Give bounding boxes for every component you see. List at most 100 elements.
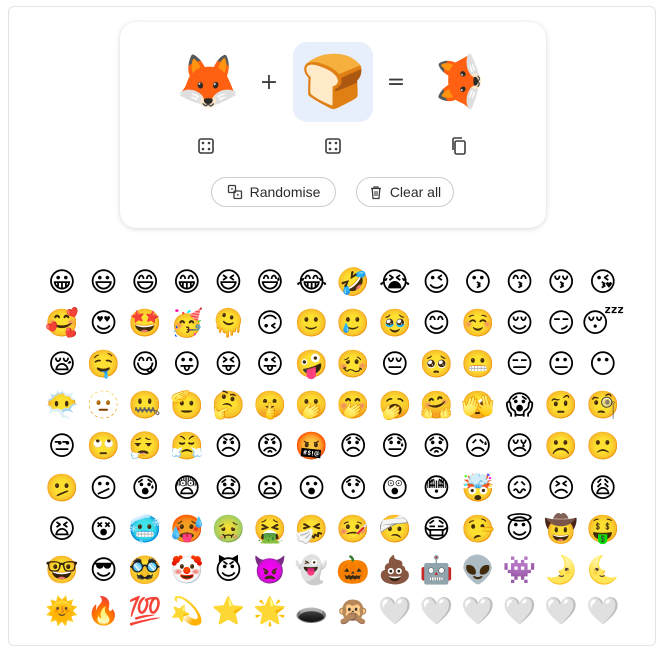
emoji-option[interactable]: 🔥 [84,592,124,632]
emoji-option[interactable]: 🥺 [416,344,456,384]
emoji-option[interactable]: 🤍 [416,592,456,632]
left-emoji-slot[interactable]: 🦊 [168,42,248,122]
emoji-option[interactable]: 😍 [84,303,124,343]
emoji-option[interactable]: 😛 [167,344,207,384]
emoji-option[interactable]: 😶‍🌫️ [42,386,82,426]
emoji-option[interactable]: 😥 [458,427,498,467]
emoji-option[interactable]: 😗 [458,262,498,302]
emoji-option[interactable]: 🤕 [375,509,415,549]
emoji-option[interactable]: 🕳️ [292,592,332,632]
emoji-option[interactable]: 🥶 [125,509,165,549]
emoji-option[interactable]: 🌛 [541,550,581,590]
emoji-option[interactable]: 🤍 [375,592,415,632]
emoji-option[interactable]: 🤠 [541,509,581,549]
emoji-option[interactable]: 😆 [208,262,248,302]
emoji-option[interactable]: 😣 [541,468,581,508]
emoji-option[interactable]: 😬 [458,344,498,384]
emoji-option[interactable]: 😠 [208,427,248,467]
emoji-option[interactable]: 🤒 [333,509,373,549]
emoji-option[interactable]: 😁 [167,262,207,302]
emoji-option[interactable]: 😮 [292,468,332,508]
emoji-option[interactable]: ☺️ [458,303,498,343]
emoji-option[interactable]: 😞 [333,427,373,467]
emoji-option[interactable]: 🙁 [583,427,623,467]
emoji-option[interactable]: 😓 [375,427,415,467]
emoji-option[interactable]: 🤖 [416,550,456,590]
emoji-option[interactable]: 😐 [541,344,581,384]
emoji-option[interactable]: 😦 [250,468,290,508]
emoji-option[interactable]: 😖 [500,468,540,508]
emoji-option[interactable]: 😱 [500,386,540,426]
emoji-option[interactable]: 😟 [416,427,456,467]
emoji-option[interactable]: 🤢 [208,509,248,549]
emoji-option[interactable]: 🙂 [292,303,332,343]
emoji-option[interactable]: 🤤 [84,344,124,384]
emoji-option[interactable]: 😯 [333,468,373,508]
emoji-option[interactable]: 🤑 [583,509,623,549]
emoji-option[interactable]: 🎃 [333,550,373,590]
emoji-option[interactable]: 😔 [375,344,415,384]
emoji-option[interactable]: 😨 [167,468,207,508]
emoji-option[interactable]: 😑 [500,344,540,384]
dice-icon-right[interactable] [323,136,343,156]
emoji-option[interactable]: 😵 [84,509,124,549]
clear-all-button[interactable]: Clear all [356,177,454,207]
emoji-option[interactable]: 😭 [375,262,415,302]
copy-icon[interactable] [449,136,469,156]
emoji-option[interactable]: 🤬 [292,427,332,467]
emoji-option[interactable]: 🤫 [250,386,290,426]
emoji-option[interactable]: 🤪 [292,344,332,384]
emoji-option[interactable]: 🤭 [333,386,373,426]
emoji-option[interactable]: ⭐ [208,592,248,632]
emoji-option[interactable]: 👻 [292,550,332,590]
emoji-option[interactable]: 🫤 [42,468,82,508]
emoji-option[interactable]: 🥴 [333,344,373,384]
emoji-option[interactable]: 😚 [541,262,581,302]
emoji-option[interactable]: 😝 [208,344,248,384]
emoji-option[interactable]: 🤥 [458,509,498,549]
emoji-option[interactable]: 🤧 [292,509,332,549]
emoji-option[interactable]: 🤡 [167,550,207,590]
emoji-option[interactable]: 👿 [250,550,290,590]
emoji-option[interactable]: 🥹 [375,303,415,343]
emoji-option[interactable]: 😇 [500,509,540,549]
emoji-option[interactable]: ☹️ [541,427,581,467]
emoji-option[interactable]: 😊 [416,303,456,343]
emoji-option[interactable]: 😜 [250,344,290,384]
emoji-option[interactable]: 🙊 [333,592,373,632]
emoji-option[interactable]: 😏 [541,303,581,343]
emoji-option[interactable]: 😂 [292,262,332,302]
dice-icon-left[interactable] [196,136,216,156]
emoji-option[interactable]: 😃 [84,262,124,302]
emoji-option[interactable]: 😙 [500,262,540,302]
emoji-option[interactable]: 🤨 [541,386,581,426]
emoji-option[interactable]: 😴 [581,303,624,343]
emoji-option[interactable]: 🤍 [500,592,540,632]
emoji-option[interactable]: 😪 [42,344,82,384]
emoji-option[interactable]: 😀 [42,262,82,302]
emoji-option[interactable]: 🤮 [250,509,290,549]
emoji-option[interactable]: 🥲 [333,303,373,343]
emoji-option[interactable]: 🫢 [292,386,332,426]
emoji-option[interactable]: 🥱 [375,386,415,426]
emoji-option[interactable]: 🧐 [583,386,623,426]
emoji-option[interactable]: 🌟 [250,592,290,632]
emoji-option[interactable]: 😅 [250,262,290,302]
emoji-option[interactable]: 👾 [500,550,540,590]
emoji-option[interactable]: 🤍 [541,592,581,632]
emoji-option[interactable]: 😈 [208,550,248,590]
emoji-option[interactable]: 💩 [375,550,415,590]
emoji-option[interactable]: 😤 [167,427,207,467]
emoji-option[interactable]: 😢 [500,427,540,467]
emoji-option[interactable]: 😡 [250,427,290,467]
emoji-option[interactable]: 🤩 [125,303,165,343]
emoji-option[interactable]: 🙄 [84,427,124,467]
emoji-option[interactable]: 🤍 [583,592,623,632]
emoji-option[interactable]: 😰 [125,468,165,508]
emoji-option[interactable]: 😋 [125,344,165,384]
emoji-option[interactable]: 🌜 [583,550,623,590]
emoji-option[interactable]: 🫣 [458,386,498,426]
emoji-option[interactable]: 😫 [42,509,82,549]
emoji-option[interactable]: 🥵 [167,509,207,549]
emoji-option[interactable]: 🌞 [42,592,82,632]
